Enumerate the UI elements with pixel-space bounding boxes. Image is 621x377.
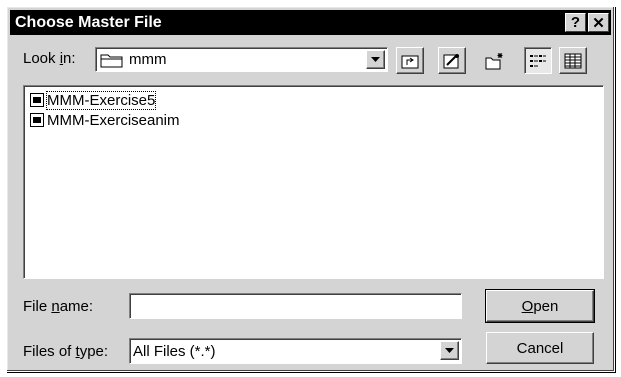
- file-name-input[interactable]: [129, 293, 462, 319]
- new-folder-button[interactable]: [481, 47, 509, 74]
- open-button-label: pen: [533, 297, 559, 315]
- file-type-label-pre: Files of: [23, 343, 76, 360]
- details-view-button[interactable]: [559, 47, 587, 74]
- file-list[interactable]: MMM-Exercise5 MMM-Exerciseanim: [23, 85, 604, 279]
- file-type-value: All Files (*.*): [133, 342, 216, 360]
- close-button[interactable]: ✕: [588, 13, 609, 32]
- details-view-icon: [564, 53, 582, 68]
- chevron-down-icon: [371, 57, 380, 62]
- new-folder-icon: [485, 52, 503, 69]
- dialog-title: Choose Master File: [15, 13, 162, 31]
- desktop-button[interactable]: [438, 47, 466, 74]
- desktop-icon: [443, 53, 459, 68]
- look-in-label: Look in:: [23, 50, 76, 67]
- file-name-label-key: n: [51, 298, 60, 315]
- file-icon: [30, 93, 44, 107]
- look-in-combo[interactable]: mmm: [95, 47, 388, 72]
- list-view-icon: [530, 54, 546, 67]
- file-type-label-post: ype:: [79, 343, 109, 360]
- file-name: MMM-Exerciseanim: [47, 111, 180, 129]
- look-in-dropdown-button[interactable]: [366, 50, 385, 69]
- file-name: MMM-Exercise5: [45, 90, 157, 110]
- help-button[interactable]: ?: [565, 13, 586, 32]
- list-item[interactable]: MMM-Exerciseanim: [30, 110, 597, 130]
- list-item[interactable]: MMM-Exercise5: [30, 90, 597, 110]
- file-icon: [30, 113, 44, 127]
- open-button[interactable]: Open: [485, 289, 595, 323]
- folder-icon: [100, 54, 123, 67]
- file-name-label-post: ame:: [59, 298, 94, 315]
- file-type-dropdown-button[interactable]: [440, 341, 459, 360]
- file-type-label: Files of type:: [23, 343, 108, 360]
- choose-master-file-dialog: Choose Master File ? ✕ Look in: mmm MMM-…: [6, 6, 615, 372]
- open-button-key: O: [521, 297, 534, 315]
- cancel-button[interactable]: Cancel: [486, 332, 594, 364]
- look-in-label-post: n:: [63, 50, 76, 67]
- list-view-button[interactable]: [524, 47, 552, 74]
- look-in-label-pre: Look: [23, 50, 60, 67]
- file-type-select[interactable]: All Files (*.*): [129, 338, 462, 364]
- up-one-level-button[interactable]: [396, 47, 424, 74]
- title-bar[interactable]: Choose Master File ? ✕: [10, 10, 611, 35]
- chevron-down-icon: [445, 348, 454, 353]
- file-name-label: File name:: [23, 298, 93, 315]
- up-folder-icon: [401, 55, 419, 68]
- look-in-value: mmm: [129, 51, 167, 68]
- file-name-label-pre: File: [23, 298, 52, 315]
